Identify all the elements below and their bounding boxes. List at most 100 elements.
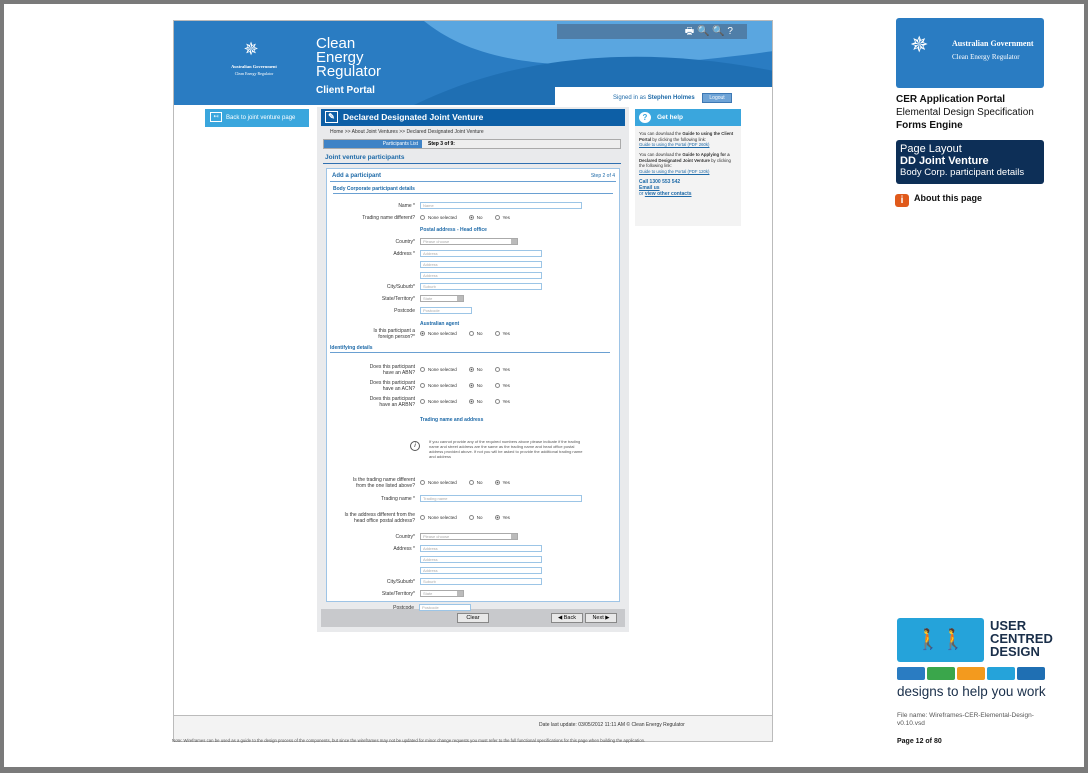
help-panel: ? Get help You can download the Guide to … — [635, 109, 741, 226]
postcode-field[interactable]: Postcode — [420, 307, 472, 314]
address2-field-1[interactable]: Address — [420, 545, 542, 552]
country-select[interactable]: Please choose — [420, 238, 518, 245]
page-title: ✎ Declared Designated Joint Venture — [321, 109, 625, 126]
radio-yes[interactable] — [494, 383, 500, 388]
ucd-tagline: designs to help you work — [897, 684, 1046, 699]
toolbar-icons[interactable]: 🖶 🔍 🔍 ? — [557, 24, 747, 39]
form-title: Add a participant — [332, 173, 382, 179]
help-text-2: You can download the Guide to Applying f… — [635, 152, 741, 169]
country2-select[interactable]: Please choose — [420, 533, 518, 540]
country2-select-value: Please choose — [423, 534, 450, 539]
next-button[interactable]: Next ▶ — [585, 613, 617, 623]
addr-diff-label-l2: head office postal address? — [353, 518, 415, 524]
radio-none[interactable] — [420, 215, 425, 220]
help-or: or — [639, 190, 644, 197]
name-field[interactable]: Name — [420, 202, 582, 209]
arbn-radios[interactable]: None selected No Yes — [420, 399, 522, 405]
country2-label: Country* — [395, 534, 415, 540]
signed-in-bar: Signed in as Stephen Holmes Logout — [555, 87, 772, 105]
page-layout-desc: Body Corp. participant details — [900, 167, 1025, 178]
user-name: Stephen Holmes — [647, 95, 695, 101]
help-p1a: You can download the — [639, 131, 682, 136]
postal-heading: Postal address - Head office — [420, 227, 487, 233]
radio-yes[interactable] — [494, 515, 500, 520]
cer-title-line3: Regulator — [316, 63, 382, 80]
radio-yes[interactable] — [494, 480, 500, 485]
tab-participants-list[interactable]: Participants List — [324, 140, 422, 148]
radio-none-label: None selected — [428, 383, 457, 388]
ucd-word-3: DESIGN — [990, 644, 1040, 659]
step-indicator: Step 3 of 9: — [428, 141, 455, 147]
foreign-radios[interactable]: None selected No Yes — [420, 331, 522, 337]
info-text: If you cannot provide any of the require… — [429, 439, 583, 459]
radio-yes-label: Yes — [502, 515, 510, 520]
radio-no-label: No — [476, 215, 483, 220]
radio-yes[interactable] — [494, 367, 500, 372]
postcode2-field[interactable]: Postcode — [419, 604, 471, 611]
address-field-3[interactable]: Address — [420, 272, 542, 279]
radio-none[interactable] — [420, 367, 425, 372]
breadcrumb[interactable]: Home >> About Joint Ventures >> Declared… — [330, 129, 484, 135]
about-this-page-link[interactable]: i About this page — [895, 193, 982, 207]
radio-none-label: None selected — [428, 215, 457, 220]
signed-in-prefix: Signed in as — [613, 95, 647, 101]
radio-yes-label: Yes — [502, 367, 510, 372]
help-title: Get help — [657, 114, 684, 121]
form-step: Step 2 of 4 — [590, 173, 615, 179]
address2-field-3[interactable]: Address — [420, 567, 542, 574]
section-title: Joint venture participants — [325, 154, 405, 161]
radio-no-label: No — [476, 399, 483, 404]
abn-label: Does this participant have an ABN? — [327, 364, 415, 376]
radio-no[interactable] — [468, 215, 474, 220]
radio-none[interactable] — [420, 399, 425, 404]
radio-yes[interactable] — [494, 331, 500, 336]
address-field-1[interactable]: Address — [420, 250, 542, 257]
radio-no[interactable] — [468, 480, 474, 485]
city-field[interactable]: Suburb — [420, 283, 542, 290]
radio-no[interactable] — [468, 515, 474, 520]
logout-button[interactable]: Logout — [702, 93, 732, 103]
radio-yes[interactable] — [494, 215, 500, 220]
radio-none[interactable] — [420, 331, 425, 336]
radio-no[interactable] — [468, 367, 474, 372]
acn-radios[interactable]: None selected No Yes — [420, 383, 522, 389]
portal-header: ✵ Australian Government Clean Energy Reg… — [174, 21, 772, 105]
radio-yes-label: Yes — [502, 480, 510, 485]
address2-field-2[interactable]: Address — [420, 556, 542, 563]
radio-none-label: None selected — [428, 399, 457, 404]
state-select[interactable]: State — [420, 295, 464, 302]
coat-of-arms-icon: ✵ — [243, 39, 259, 59]
back-button[interactable]: ◀ Back — [551, 613, 583, 623]
tn-diff-radios[interactable]: None selected No Yes — [420, 480, 522, 486]
divider — [330, 181, 616, 182]
trading-name-field[interactable]: Trading name — [420, 495, 582, 502]
main-panel: ✎ Declared Designated Joint Venture Home… — [317, 107, 629, 632]
radio-yes-label: Yes — [502, 331, 510, 336]
state2-select-value: State — [423, 591, 433, 596]
guide-link-2[interactable]: Guide to using the Portal (PDF 120k) — [635, 169, 741, 175]
address-field-2[interactable]: Address — [420, 261, 542, 268]
radio-no-label: No — [476, 383, 483, 388]
radio-none[interactable] — [420, 480, 425, 485]
radio-none[interactable] — [420, 383, 425, 388]
coat-of-arms-icon: ✵ — [910, 32, 929, 57]
guide-link-1[interactable]: Guide to using the Portal (PDF 260k) — [635, 142, 741, 148]
radio-no[interactable] — [468, 383, 474, 388]
page-title-text: Declared Designated Joint Venture — [343, 112, 484, 122]
clear-button[interactable]: Clear — [457, 613, 489, 623]
back-to-jv-button[interactable]: ↤ Back to joint venture page — [205, 109, 309, 127]
addr-diff-radios[interactable]: None selected No Yes — [420, 515, 522, 521]
acn-label: Does this participant have an ACN? — [327, 380, 415, 392]
gov-logo-line1: Australian Government — [231, 64, 277, 69]
abn-radios[interactable]: None selected No Yes — [420, 367, 522, 373]
radio-no[interactable] — [468, 331, 474, 336]
radio-none[interactable] — [420, 515, 425, 520]
radio-yes[interactable] — [494, 399, 500, 404]
other-contacts-link[interactable]: view other contacts — [645, 191, 692, 197]
city2-field[interactable]: Suburb — [420, 578, 542, 585]
state2-select[interactable]: State — [420, 590, 464, 597]
gov-badge-line1: Australian Government — [952, 39, 1034, 48]
aus-agent-heading: Australian agent — [420, 321, 460, 327]
radio-no[interactable] — [468, 399, 474, 404]
trading-diff-radios[interactable]: None selected No Yes — [420, 215, 522, 221]
